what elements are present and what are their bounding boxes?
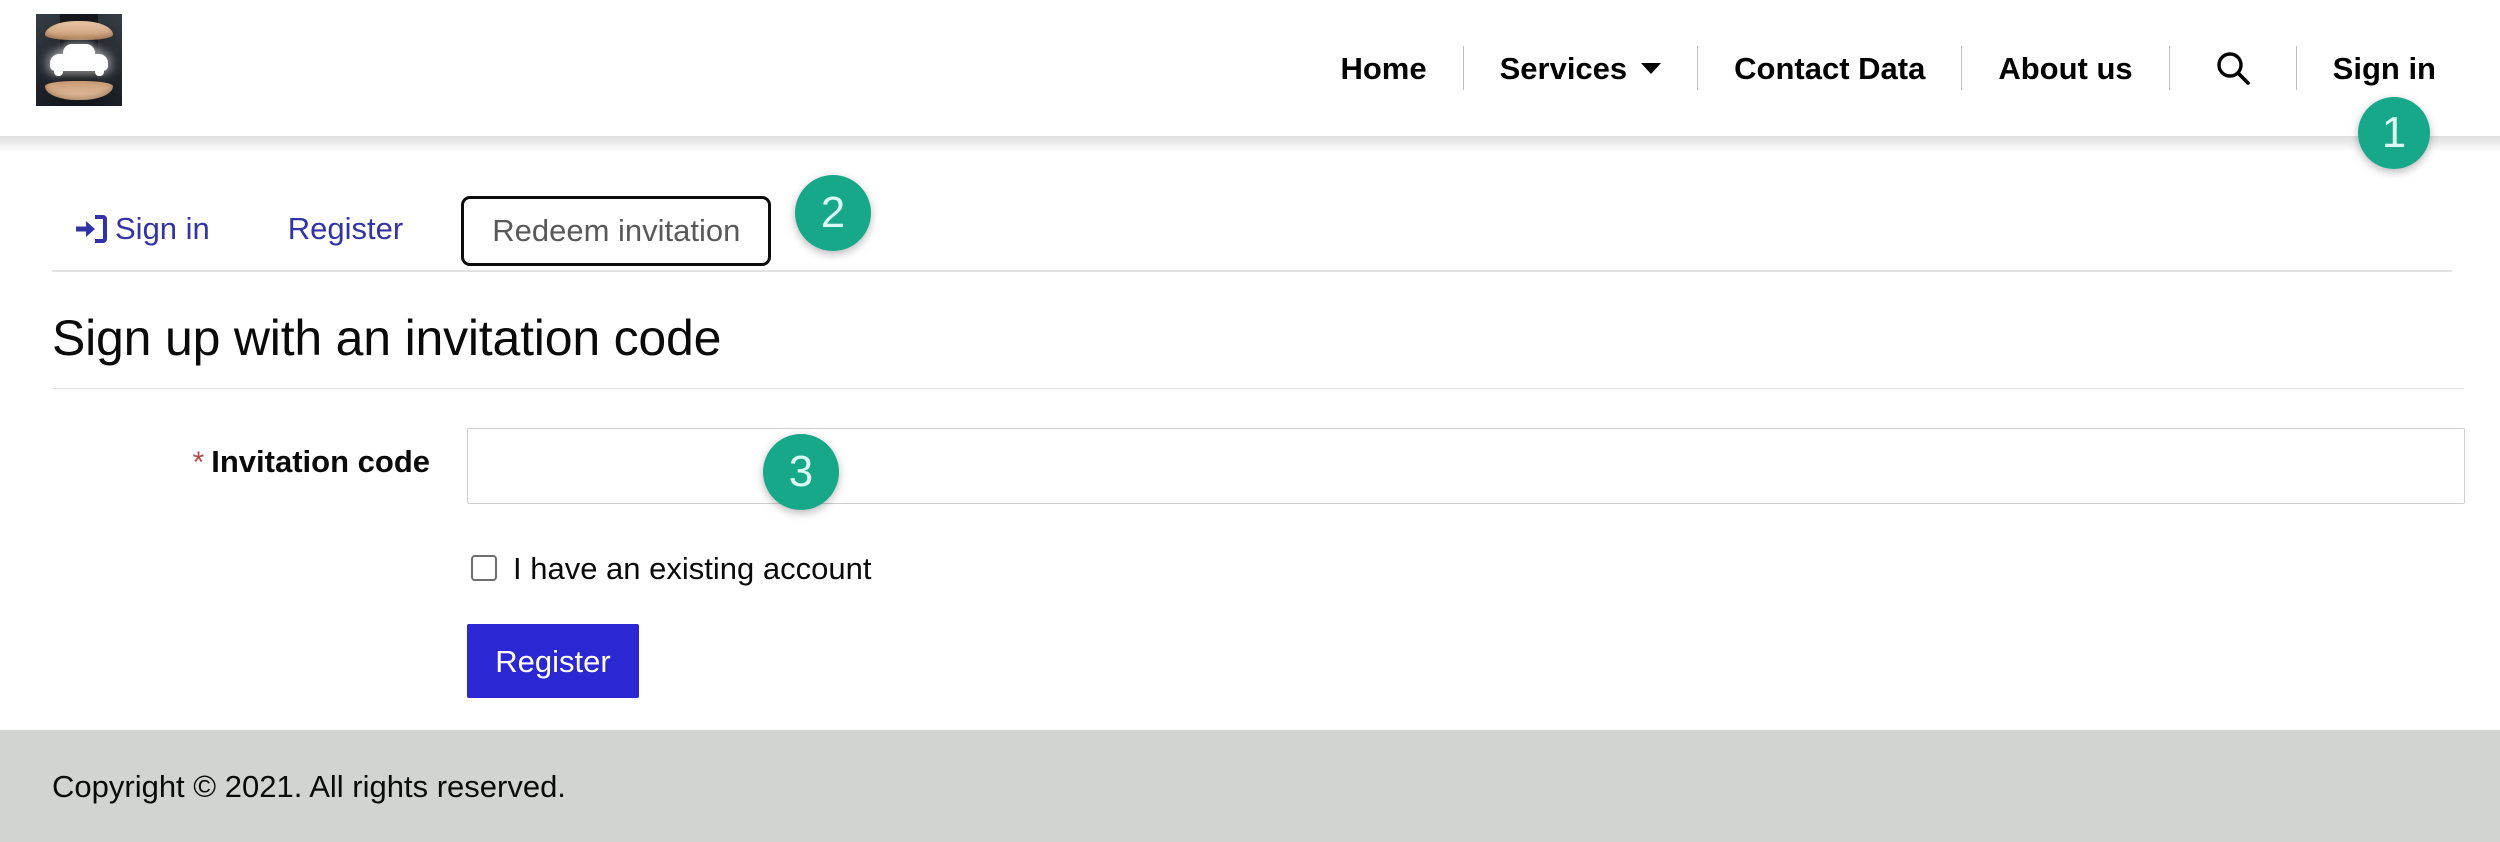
invitation-code-label-text: Invitation code <box>211 444 430 479</box>
nav-item-sign-in[interactable]: Sign in <box>2297 53 2472 84</box>
page-root: Home Services Contact Data About us Sign… <box>0 0 2500 842</box>
annotation-marker-3: 3 <box>763 434 839 510</box>
tab-sign-in-label: Sign in <box>115 211 210 246</box>
sign-in-icon <box>74 214 108 244</box>
site-footer: Copyright © 2021. All rights reserved. <box>0 730 2500 842</box>
tab-redeem-invitation[interactable]: Redeem invitation <box>461 196 772 266</box>
main-navigation: Home Services Contact Data About us Sign… <box>1304 0 2472 136</box>
existing-account-checkbox[interactable] <box>471 555 497 581</box>
nav-item-services-label: Services <box>1499 50 1628 86</box>
existing-account-label: I have an existing account <box>513 550 872 586</box>
logo-hand-top-icon <box>45 21 113 40</box>
required-asterisk: * <box>192 446 205 479</box>
annotation-marker-1: 1 <box>2358 97 2430 169</box>
nav-item-about-us[interactable]: About us <box>1962 53 2168 84</box>
logo-car-wheel-left <box>54 69 63 76</box>
invitation-code-row: * Invitation code <box>0 428 2500 514</box>
chevron-down-icon <box>1641 62 1662 74</box>
tab-sign-in[interactable]: Sign in <box>74 213 210 270</box>
annotation-marker-2: 2 <box>795 175 871 251</box>
register-submit-button[interactable]: Register <box>467 624 639 698</box>
nav-item-contact-data[interactable]: Contact Data <box>1698 53 1961 84</box>
site-header: Home Services Contact Data About us Sign… <box>0 0 2500 136</box>
existing-account-row: I have an existing account <box>467 552 871 584</box>
copyright-text: Copyright © 2021. All rights reserved. <box>52 768 566 804</box>
brand-logo[interactable] <box>36 14 122 106</box>
auth-tabs-container: Sign in Register Redeem invitation <box>52 168 2452 274</box>
search-icon[interactable] <box>2170 49 2296 87</box>
title-divider <box>52 388 2464 389</box>
header-shadow <box>0 136 2500 152</box>
logo-car-wheel-right <box>95 69 104 76</box>
page-title: Sign up with an invitation code <box>52 310 722 366</box>
nav-item-home[interactable]: Home <box>1304 53 1462 84</box>
invitation-code-label: * Invitation code <box>0 446 430 478</box>
nav-item-services[interactable]: Services <box>1464 53 1698 84</box>
tab-register[interactable]: Register <box>288 213 403 270</box>
auth-tabs: Sign in Register Redeem invitation <box>52 168 2452 272</box>
logo-car-icon <box>50 44 108 76</box>
